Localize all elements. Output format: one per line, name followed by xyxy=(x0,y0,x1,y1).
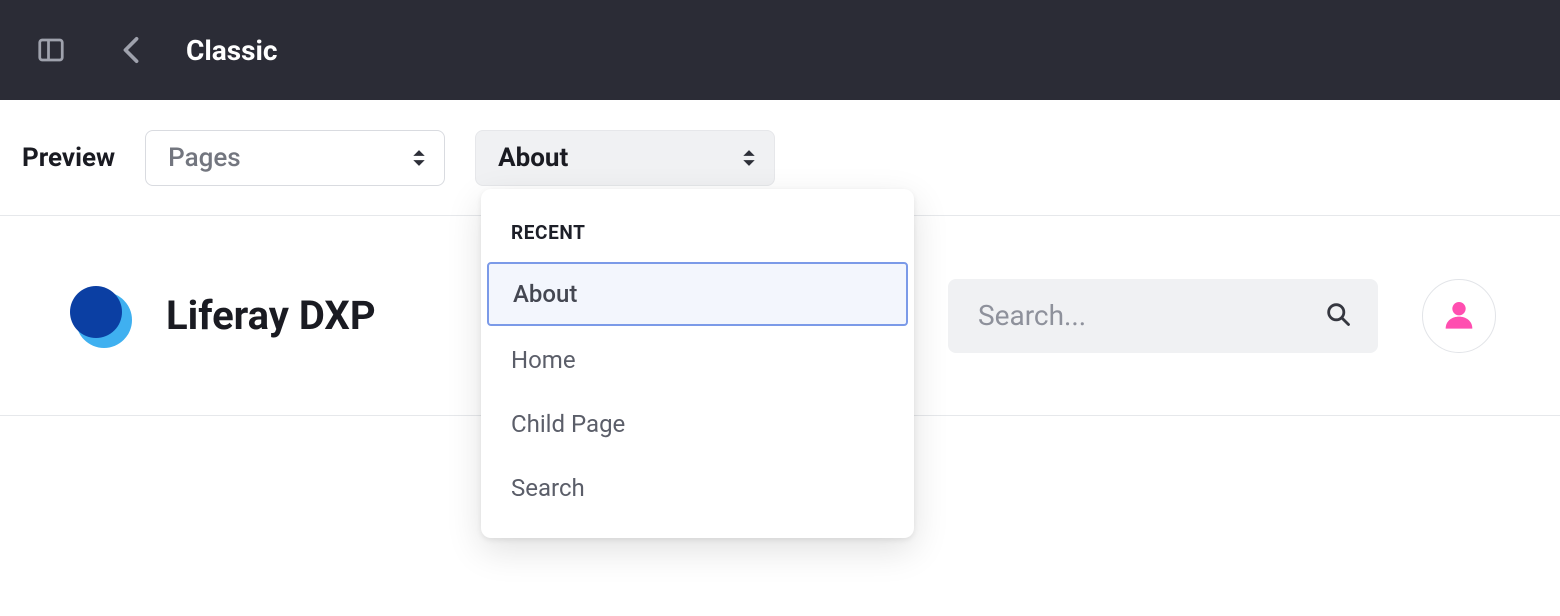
dropdown-item-home[interactable]: Home xyxy=(481,328,914,392)
topbar-title: Classic xyxy=(186,34,277,67)
controls-row: Preview Pages About RECENT About Home Ch… xyxy=(0,100,1560,216)
dropdown-item-about[interactable]: About xyxy=(487,262,908,326)
liferay-logo-icon xyxy=(66,282,134,350)
back-icon[interactable] xyxy=(116,35,146,65)
preview-label: Preview xyxy=(22,143,115,173)
search-input[interactable]: Search... xyxy=(948,279,1378,353)
search-icon xyxy=(1324,300,1352,332)
search-placeholder: Search... xyxy=(978,299,1324,332)
topbar: Classic xyxy=(0,0,1560,100)
sort-arrows-icon xyxy=(742,149,756,167)
pages-select-label: Pages xyxy=(168,143,241,173)
dropdown-header: RECENT xyxy=(481,207,914,260)
page-select-label: About xyxy=(498,143,568,173)
dropdown-item-child-page[interactable]: Child Page xyxy=(481,392,914,456)
user-icon xyxy=(1443,298,1475,334)
page-select[interactable]: About xyxy=(475,130,775,186)
sort-arrows-icon xyxy=(412,149,426,167)
dropdown-item-search[interactable]: Search xyxy=(481,456,914,520)
pages-select[interactable]: Pages xyxy=(145,130,445,186)
panel-toggle-icon[interactable] xyxy=(36,35,66,65)
page-select-dropdown: RECENT About Home Child Page Search xyxy=(481,189,914,538)
user-avatar[interactable] xyxy=(1422,279,1496,353)
